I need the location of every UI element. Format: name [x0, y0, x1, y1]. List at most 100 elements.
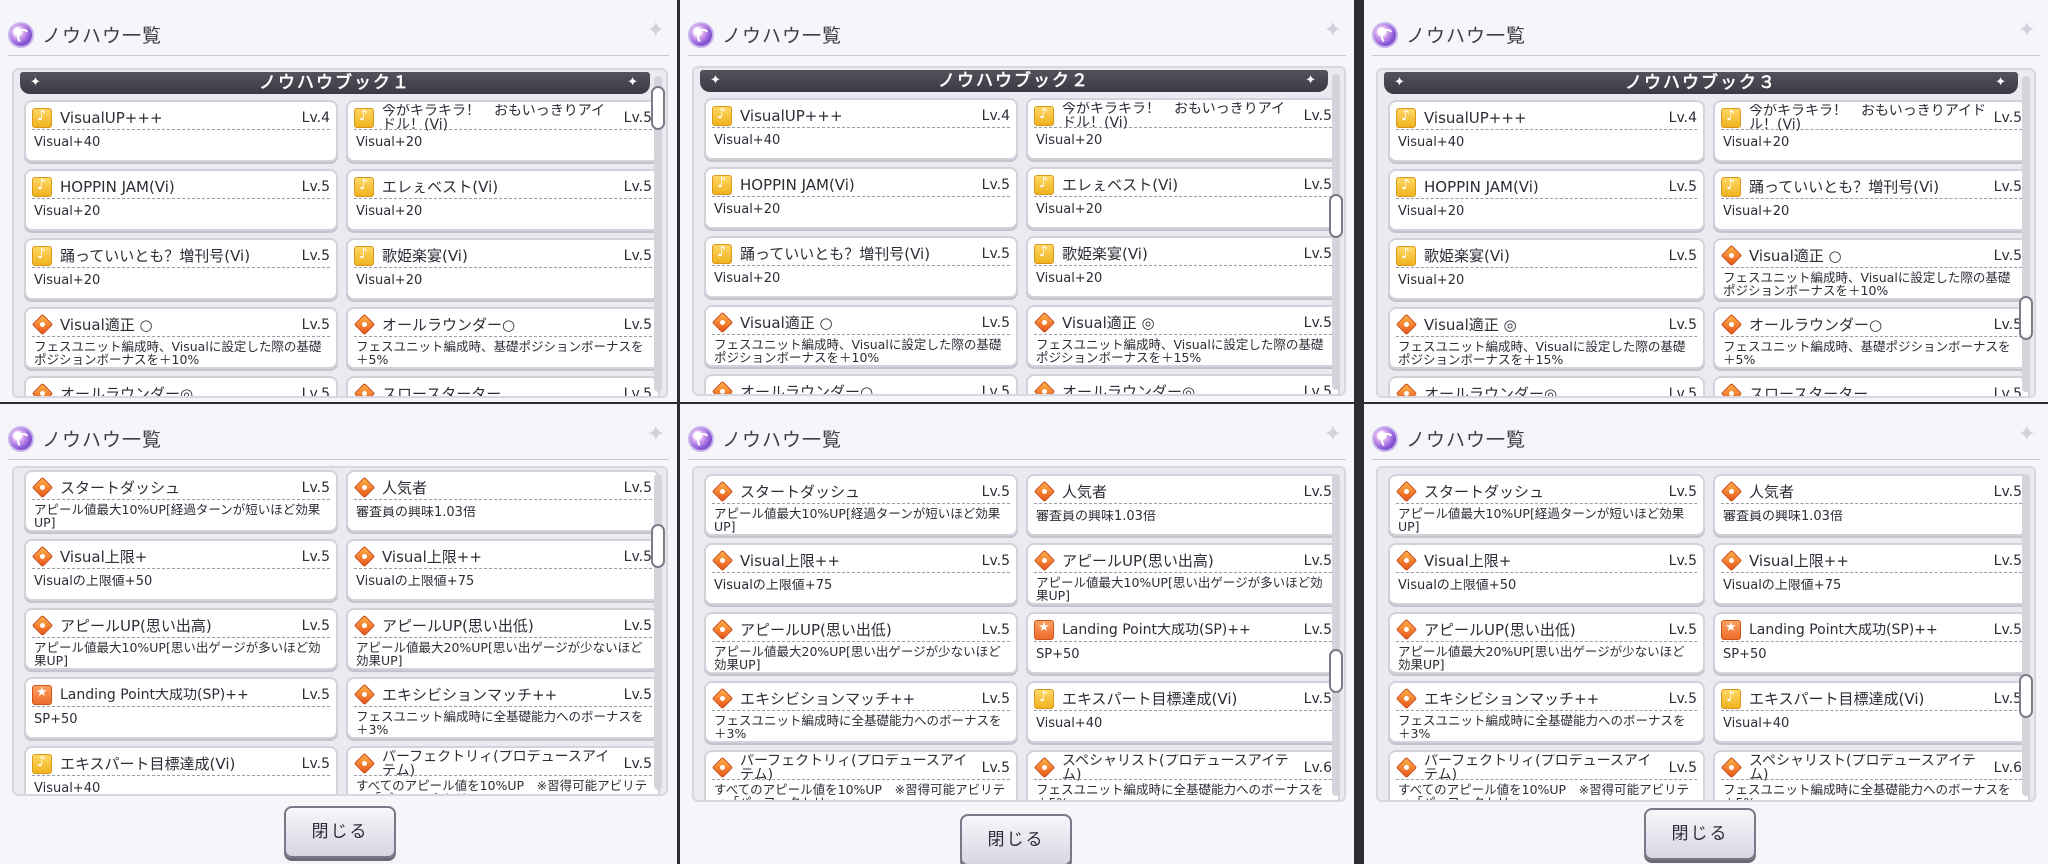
card-name: アピールUP(思い出低)	[740, 621, 892, 639]
card-level: Lv.5	[301, 316, 330, 333]
knowhow-card[interactable]: アピールUP(思い出高) Lv.5 アピール値最大10%UP[思い出ゲージが多いほど…	[1026, 543, 1340, 605]
knowhow-card[interactable]: オールラウンダー○ Lv.5 フェスユニット編成時、基礎ポジションボーナスを＋5%	[1713, 307, 2030, 369]
knowhow-card[interactable]: オールラウンダー○ Lv.5	[704, 374, 1018, 394]
knowhow-card[interactable]: VisualUP+++ Lv.4 Visual+40	[24, 100, 338, 162]
knowhow-card[interactable]: HOPPIN JAM(Vi) Lv.5 Visual+20	[24, 169, 338, 231]
knowhow-card[interactable]: Visual上限++ Lv.5 Visualの上限値+75	[346, 539, 660, 601]
knowhow-card[interactable]: Visual適正 ○ Lv.5 フェスユニット編成時、Visualに設定した際の基礎…	[1713, 238, 2030, 300]
knowhow-card[interactable]: Landing Point大成功(SP)++ Lv.5 SP+50	[1713, 612, 2030, 674]
close-button[interactable]: 閉じる	[284, 806, 396, 858]
scrollbar[interactable]	[1329, 474, 1343, 796]
knowhow-list[interactable]: スタートダッシュ Lv.5 アピール値最大10%UP[経過ターンが短いほど効果UP]…	[12, 466, 668, 796]
knowhow-card[interactable]: スペシャリスト(プロデュースアイテム) Lv.6 フェスユニット編成時に全基礎能力へ…	[1713, 750, 2030, 800]
knowhow-card[interactable]: パーフェクトリィ(プロデュースアイテム) Lv.5 すべてのアピール値を10%UP …	[704, 750, 1018, 800]
knowhow-list[interactable]: ✦ ノウハウブック３ ✦ VisualUP+++ Lv.4 Visual+40 今がキラキラ…	[1376, 68, 2036, 398]
book-banner: ✦ ノウハウブック２ ✦	[700, 70, 1328, 92]
knowhow-card[interactable]: Visual適正 ○ Lv.5 フェスユニット編成時、Visualに設定した際の基礎…	[24, 307, 338, 369]
scrollbar[interactable]	[1329, 74, 1343, 390]
knowhow-card[interactable]: VisualUP+++ Lv.4 Visual+40	[704, 98, 1018, 160]
diamond-icon	[1033, 756, 1056, 779]
knowhow-card[interactable]: 今がキラキラ！ おもいっきりアイドル！(Vi) Lv.5 Visual+20	[1713, 100, 2030, 162]
scrollbar[interactable]	[2019, 474, 2033, 796]
knowhow-card[interactable]: パーフェクトリィ(プロデュースアイテム) Lv.5 すべてのアピール値を10%UP …	[1388, 750, 1705, 800]
card-name: Landing Point大成功(SP)++	[1062, 622, 1251, 637]
card-description: フェスユニット編成時、Visualに設定した際の基礎ポジションボーナスを＋15%	[1036, 338, 1324, 364]
knowhow-card[interactable]: エキスパート目標達成(Vi) Lv.5 Visual+40	[1026, 681, 1340, 743]
card-header: 人気者 Lv.5	[353, 476, 652, 500]
knowhow-card[interactable]: Visual適正 ○ Lv.5 フェスユニット編成時、Visualに設定した際の基礎…	[704, 305, 1018, 367]
knowhow-card[interactable]: Landing Point大成功(SP)++ Lv.5 SP+50	[24, 677, 338, 739]
close-button[interactable]: 閉じる	[1644, 808, 1756, 860]
scrollbar[interactable]	[651, 76, 665, 392]
knowhow-card[interactable]: 歌姫楽宴(Vi) Lv.5 Visual+20	[346, 238, 660, 300]
knowhow-card[interactable]: Visual上限+ Lv.5 Visualの上限値+50	[24, 539, 338, 601]
knowhow-card[interactable]: 今がキラキラ！ おもいっきりアイドル！(Vi) Lv.5 Visual+20	[1026, 98, 1340, 160]
knowhow-card[interactable]: エキスパート目標達成(Vi) Lv.5 Visual+40	[1713, 681, 2030, 743]
knowhow-card[interactable]: 今がキラキラ！ おもいっきりアイドル！(Vi) Lv.5 Visual+20	[346, 100, 660, 162]
knowhow-card[interactable]: スロースターター Lv.5	[1713, 376, 2030, 396]
knowhow-card[interactable]: スタートダッシュ Lv.5 アピール値最大10%UP[経過ターンが短いほど効果UP]	[1388, 474, 1705, 536]
knowhow-card[interactable]: エキシビションマッチ++ Lv.5 フェスユニット編成時に全基礎能力へのボーナスを＋…	[346, 677, 660, 739]
card-level: Lv.5	[1303, 245, 1332, 262]
knowhow-card[interactable]: VisualUP+++ Lv.4 Visual+40	[1388, 100, 1705, 162]
knowhow-card[interactable]: アピールUP(思い出低) Lv.5 アピール値最大20%UP[思い出ゲージが少ないほ…	[1388, 612, 1705, 674]
card-name: Landing Point大成功(SP)++	[1749, 622, 1938, 637]
knowhow-list[interactable]: ✦ ノウハウブック２ ✦ VisualUP+++ Lv.4 Visual+40 今がキラキラ…	[692, 66, 1346, 396]
knowhow-card[interactable]: HOPPIN JAM(Vi) Lv.5 Visual+20	[1388, 169, 1705, 231]
card-description: Visual+40	[1723, 717, 1790, 730]
card-header: 今がキラキラ！ おもいっきりアイドル！(Vi) Lv.5	[1721, 104, 2022, 132]
card-description: フェスユニット編成時に全基礎能力へのボーナスを＋3%	[714, 714, 1002, 740]
scrollbar[interactable]	[651, 474, 665, 790]
scroll-thumb[interactable]	[2019, 296, 2033, 340]
knowhow-card[interactable]: エキシビションマッチ++ Lv.5 フェスユニット編成時に全基礎能力へのボーナスを＋…	[704, 681, 1018, 743]
knowhow-list[interactable]: スタートダッシュ Lv.5 アピール値最大10%UP[経過ターンが短いほど効果UP]…	[692, 466, 1346, 802]
knowhow-card[interactable]: 歌姫楽宴(Vi) Lv.5 Visual+20	[1388, 238, 1705, 300]
knowhow-card[interactable]: Visual上限++ Lv.5 Visualの上限値+75	[704, 543, 1018, 605]
knowhow-card[interactable]: Visual上限++ Lv.5 Visualの上限値+75	[1713, 543, 2030, 605]
close-button[interactable]: 閉じる	[960, 814, 1072, 864]
knowhow-card[interactable]: スタートダッシュ Lv.5 アピール値最大10%UP[経過ターンが短いほど効果UP]	[24, 470, 338, 532]
scroll-thumb[interactable]	[1329, 194, 1343, 238]
knowhow-card[interactable]: Landing Point大成功(SP)++ Lv.5 SP+50	[1026, 612, 1340, 674]
knowhow-card[interactable]: 人気者 Lv.5 審査員の興味1.03倍	[1713, 474, 2030, 536]
card-description: Visual+20	[356, 136, 423, 149]
knowhow-list[interactable]: スタートダッシュ Lv.5 アピール値最大10%UP[経過ターンが短いほど効果UP]…	[1376, 466, 2036, 802]
knowhow-card[interactable]: 人気者 Lv.5 審査員の興味1.03倍	[1026, 474, 1340, 536]
card-level: Lv.5	[1668, 385, 1697, 398]
knowhow-card[interactable]: オールラウンダー◎ Lv.5	[1026, 374, 1340, 394]
knowhow-card[interactable]: エキスパート目標達成(Vi) Lv.5 Visual+40	[24, 746, 338, 794]
card-header: Visual上限++ Lv.5	[1720, 549, 2022, 573]
knowhow-card[interactable]: スタートダッシュ Lv.5 アピール値最大10%UP[経過ターンが短いほど効果UP]	[704, 474, 1018, 536]
knowhow-card[interactable]: エキシビションマッチ++ Lv.5 フェスユニット編成時に全基礎能力へのボーナスを＋…	[1388, 681, 1705, 743]
knowhow-card[interactable]: アピールUP(思い出低) Lv.5 アピール値最大20%UP[思い出ゲージが少ないほ…	[346, 608, 660, 670]
book-title: ノウハウブック３	[1625, 73, 1777, 93]
knowhow-card[interactable]: 踊っていいとも？増刊号(Vi) Lv.5 Visual+20	[1713, 169, 2030, 231]
knowhow-card[interactable]: オールラウンダー○ Lv.5 フェスユニット編成時、基礎ポジションボーナスを＋5%	[346, 307, 660, 369]
knowhow-list[interactable]: ✦ ノウハウブック１ ✦ VisualUP+++ Lv.4 Visual+40 今がキラキラ…	[12, 68, 668, 398]
scrollbar[interactable]	[2019, 76, 2033, 392]
knowhow-card[interactable]: Visual適正 ◎ Lv.5 フェスユニット編成時、Visualに設定した際の基礎…	[1026, 305, 1340, 367]
card-header: VisualUP+++ Lv.4	[712, 104, 1010, 128]
scroll-thumb[interactable]	[2019, 674, 2033, 718]
scroll-thumb[interactable]	[651, 86, 665, 130]
knowhow-card[interactable]: アピールUP(思い出高) Lv.5 アピール値最大10%UP[思い出ゲージが多いほど…	[24, 608, 338, 670]
knowhow-card[interactable]: パーフェクトリィ(プロデュースアイテム) Lv.5 すべてのアピール値を10%UP …	[346, 746, 660, 794]
knowhow-card[interactable]: 踊っていいとも？増刊号(Vi) Lv.5 Visual+20	[24, 238, 338, 300]
scroll-thumb[interactable]	[1329, 649, 1343, 693]
knowhow-card[interactable]: アピールUP(思い出低) Lv.5 アピール値最大20%UP[思い出ゲージが少ないほ…	[704, 612, 1018, 674]
knowhow-card[interactable]: Visual上限+ Lv.5 Visualの上限値+50	[1388, 543, 1705, 605]
knowhow-card[interactable]: エレぇベスト(Vi) Lv.5 Visual+20	[1026, 167, 1340, 229]
knowhow-card[interactable]: オールラウンダー◎ Lv.5	[1388, 376, 1705, 398]
knowhow-card[interactable]: Visual適正 ◎ Lv.5 フェスユニット編成時、Visualに設定した際の基礎…	[1388, 307, 1705, 369]
knowhow-card[interactable]: 歌姫楽宴(Vi) Lv.5 Visual+20	[1026, 236, 1340, 298]
knowhow-card[interactable]: オールラウンダー◎ Lv.5	[24, 376, 338, 396]
knowhow-orb-icon	[1372, 425, 1398, 452]
knowhow-card[interactable]: スロースターター Lv.5	[346, 376, 660, 396]
knowhow-card[interactable]: 人気者 Lv.5 審査員の興味1.03倍	[346, 470, 660, 532]
scroll-thumb[interactable]	[651, 524, 665, 568]
knowhow-card[interactable]: エレぇベスト(Vi) Lv.5 Visual+20	[346, 169, 660, 231]
knowhow-card[interactable]: HOPPIN JAM(Vi) Lv.5 Visual+20	[704, 167, 1018, 229]
knowhow-card[interactable]: スペシャリスト(プロデュースアイテム) Lv.6 フェスユニット編成時に全基礎能力へ…	[1026, 750, 1340, 800]
card-name: スタートダッシュ	[1424, 483, 1545, 501]
knowhow-card[interactable]: 踊っていいとも？増刊号(Vi) Lv.5 Visual+20	[704, 236, 1018, 298]
